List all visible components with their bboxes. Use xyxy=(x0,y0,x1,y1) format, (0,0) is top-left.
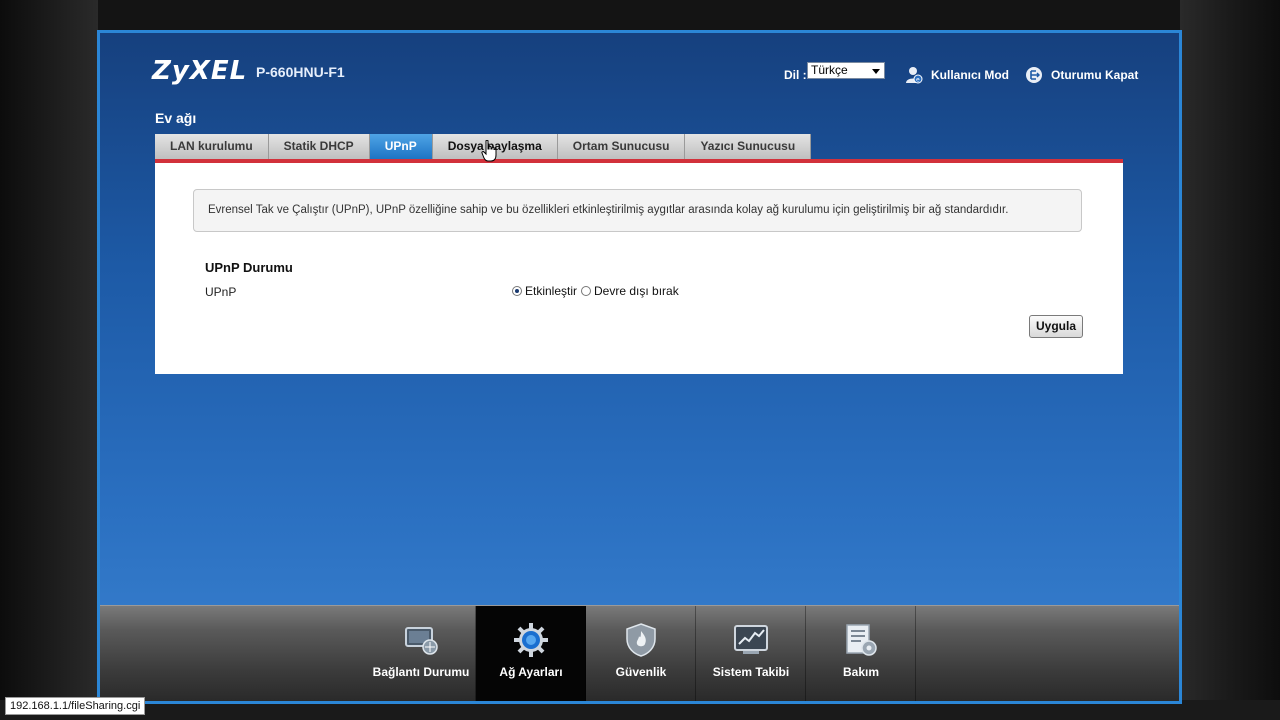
info-box: Evrensel Tak ve Çalıştır (UPnP), UPnP öz… xyxy=(193,189,1082,232)
language-select[interactable]: Türkçe xyxy=(807,62,885,79)
maintenance-icon xyxy=(846,624,877,656)
user-mode-link[interactable]: Kullanıcı Mod xyxy=(931,68,1009,82)
svg-text:e: e xyxy=(916,77,920,84)
tab-static-dhcp[interactable]: Statik DHCP xyxy=(268,134,370,159)
nav-connection-status-label: Bağlantı Durumu xyxy=(372,665,470,679)
upnp-status-heading: UPnP Durumu xyxy=(205,260,293,275)
model-name: P-660HNU-F1 xyxy=(256,64,345,80)
nav-security[interactable]: Güvenlik xyxy=(586,606,696,701)
desktop-background-right xyxy=(1180,0,1280,720)
zyxel-logo: ZyXEL xyxy=(152,56,248,86)
bottom-nav-bar: Bağlantı Durumu Ağ Ayarları Güvenlik Sis… xyxy=(100,605,1179,701)
nav-maintenance[interactable]: Bakım xyxy=(806,606,916,701)
browser-status-url: 192.168.1.1/fileSharing.cgi xyxy=(5,697,146,715)
security-shield-icon xyxy=(626,623,656,657)
tab-upnp[interactable]: UPnP xyxy=(369,134,433,159)
apply-button[interactable]: Uygula xyxy=(1029,315,1083,338)
page-title: Ev ağı xyxy=(155,110,197,126)
connection-status-icon xyxy=(405,627,438,655)
nav-network-settings[interactable]: Ağ Ayarları xyxy=(476,606,586,701)
tab-media-server[interactable]: Ortam Sunucusu xyxy=(557,134,686,159)
nav-connection-status[interactable]: Bağlantı Durumu xyxy=(366,606,476,701)
logout-link[interactable]: Oturumu Kapat xyxy=(1051,68,1138,82)
router-admin-window: ZyXEL P-660HNU-F1 Dil : Türkçe e Kullanı… xyxy=(97,30,1182,704)
radio-disable-label[interactable]: Devre dışı bırak xyxy=(594,284,679,298)
system-monitor-icon xyxy=(734,625,768,654)
tab-lan-setup[interactable]: LAN kurulumu xyxy=(155,134,269,159)
upnp-radio-group: Etkinleştir Devre dışı bırak xyxy=(512,284,683,298)
radio-enable-label[interactable]: Etkinleştir xyxy=(525,284,577,298)
logout-icon[interactable] xyxy=(1025,66,1043,84)
content-panel: Evrensel Tak ve Çalıştır (UPnP), UPnP öz… xyxy=(155,163,1123,374)
tab-printer-server[interactable]: Yazıcı Sunucusu xyxy=(685,134,812,159)
hand-pointer-icon xyxy=(481,140,497,162)
chevron-down-icon xyxy=(872,69,880,74)
user-mode-icon[interactable]: e xyxy=(905,66,923,84)
upnp-field-label: UPnP xyxy=(205,285,237,299)
desktop-background-left xyxy=(0,0,98,720)
language-label: Dil : xyxy=(784,68,807,82)
radio-disable[interactable] xyxy=(581,286,592,296)
radio-enable[interactable] xyxy=(512,286,522,296)
nav-system-monitor-label: Sistem Takibi xyxy=(712,665,790,679)
nav-system-monitor[interactable]: Sistem Takibi xyxy=(696,606,806,701)
nav-maintenance-label: Bakım xyxy=(842,665,880,679)
nav-network-settings-label: Ağ Ayarları xyxy=(499,665,563,679)
language-select-value: Türkçe xyxy=(811,63,848,77)
network-settings-gear-icon xyxy=(514,623,548,657)
nav-security-label: Güvenlik xyxy=(615,665,667,679)
